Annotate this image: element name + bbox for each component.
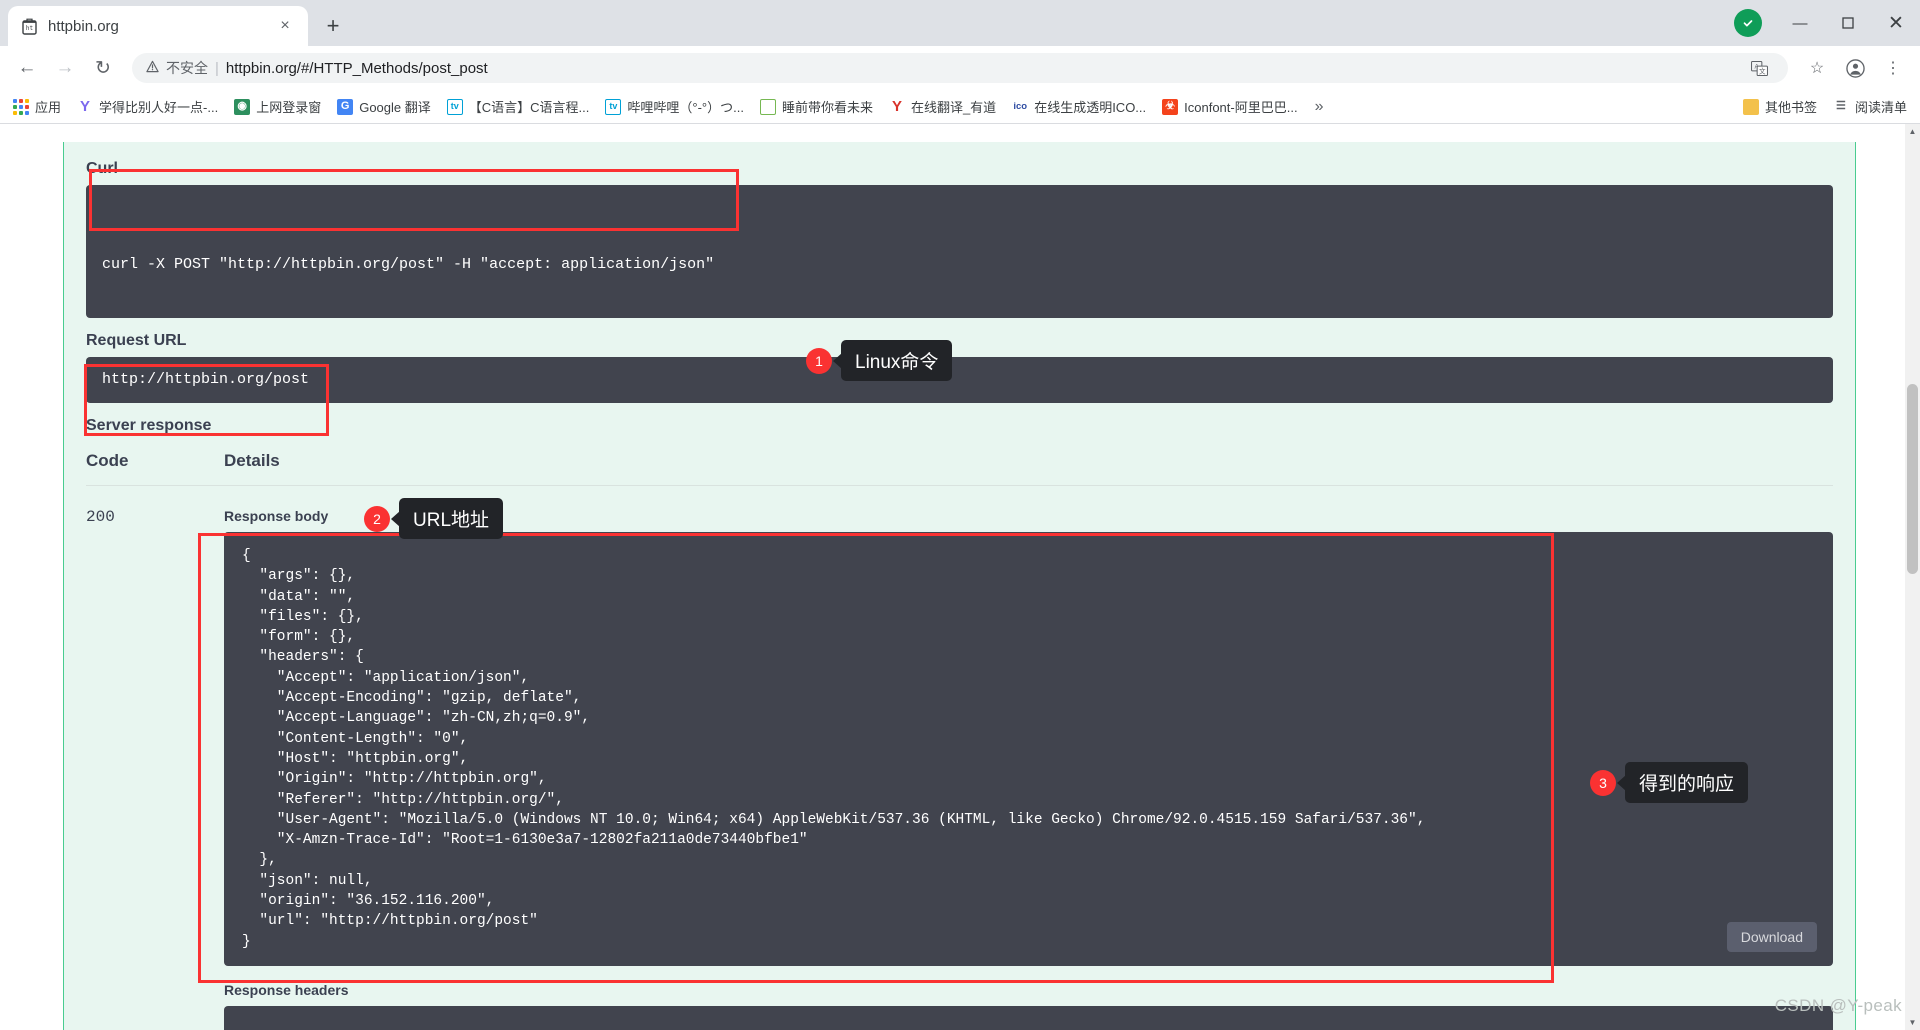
server-response-label: Server response: [86, 417, 1833, 435]
response-headers-label: Response headers: [224, 982, 1833, 998]
window-close-button[interactable]: ✕: [1872, 0, 1920, 46]
apps-grid-icon: [13, 99, 29, 115]
bookmarks-bar: 应用 Y 学得比别人好一点-... ◉ 上网登录窗 G Google 翻译 tv…: [0, 90, 1920, 124]
swagger-operation-block: Curl curl -X POST "http://httpbin.org/po…: [63, 142, 1856, 1030]
youdao-y-icon: Y: [77, 99, 93, 115]
request-url-label: Request URL: [86, 332, 1833, 350]
bookmark-label: 其他书签: [1765, 97, 1817, 116]
bookmark-label: 上网登录窗: [256, 97, 321, 116]
column-code: Code: [86, 451, 224, 471]
omnibox-row: ← → ↻ 不安全 | httpbin.org/#/HTTP_Methods/p…: [0, 46, 1920, 90]
folder-icon: [1743, 99, 1759, 115]
bookmark-star-icon[interactable]: ☆: [1800, 51, 1834, 85]
bookmark-item[interactable]: 睡前带你看未来: [753, 93, 880, 120]
scroll-down-arrow-icon[interactable]: ▼: [1905, 1015, 1920, 1030]
bookmarks-overflow-button[interactable]: »: [1307, 98, 1332, 116]
curl-command-text: curl -X POST "http://httpbin.org/post" -…: [102, 246, 1817, 276]
bookmark-label: 学得比别人好一点-...: [99, 97, 218, 116]
response-table-header: Code Details: [86, 451, 1833, 486]
iconfont-icon: ☣: [1162, 99, 1178, 115]
profile-avatar-icon[interactable]: [1838, 51, 1872, 85]
green-square-icon: [760, 99, 776, 115]
bookmark-label: 应用: [35, 97, 61, 116]
bookmark-item[interactable]: ◉ 上网登录窗: [227, 93, 328, 120]
curl-command-block[interactable]: curl -X POST "http://httpbin.org/post" -…: [86, 185, 1833, 318]
callout-2: 2 URL地址: [364, 498, 503, 539]
svg-text:ht: ht: [25, 25, 33, 32]
omnibox-separator: |: [215, 60, 219, 77]
globe-icon: ◉: [234, 99, 250, 115]
download-button[interactable]: Download: [1727, 922, 1817, 952]
callout-3: 3 得到的响应: [1590, 762, 1748, 803]
reading-list-button[interactable]: ☰ 阅读清单: [1826, 93, 1914, 120]
request-url-block: http://httpbin.org/post: [86, 357, 1833, 403]
bookmark-item[interactable]: Y 学得比别人好一点-...: [70, 93, 225, 120]
window-controls: — ✕: [1734, 0, 1920, 46]
bookmark-item[interactable]: ☣ Iconfont-阿里巴巴...: [1155, 93, 1304, 120]
column-details: Details: [224, 451, 280, 471]
new-tab-button[interactable]: +: [316, 9, 350, 43]
callout-1: 1 Linux命令: [806, 340, 952, 381]
response-headers-block: access-control-allow-credentials: true: [224, 1006, 1833, 1030]
bookmark-label: 在线生成透明ICO...: [1034, 97, 1146, 116]
close-icon[interactable]: ×: [274, 15, 296, 37]
callout-badge: 3: [1590, 770, 1616, 796]
page-viewport: Curl curl -X POST "http://httpbin.org/po…: [0, 124, 1920, 1030]
response-body-text: { "args": {}, "data": "", "files": {}, "…: [242, 546, 1815, 952]
bilibili-icon: tv: [605, 99, 621, 115]
bookmark-label: 【C语言】C语言程...: [469, 97, 590, 116]
status-code: 200: [86, 508, 224, 1030]
tab-strip: ht httpbin.org × + — ✕: [0, 0, 1920, 46]
bookmark-label: 阅读清单: [1855, 97, 1907, 116]
bookmark-apps[interactable]: 应用: [6, 93, 68, 120]
bookmark-item[interactable]: ico 在线生成透明ICO...: [1005, 93, 1153, 120]
response-body-block: { "args": {}, "data": "", "files": {}, "…: [224, 532, 1833, 966]
bookmark-label: Iconfont-阿里巴巴...: [1184, 97, 1297, 116]
forward-button: →: [48, 51, 82, 85]
callout-text: Linux命令: [841, 340, 952, 381]
ico-icon: ico: [1012, 99, 1028, 115]
scroll-up-arrow-icon[interactable]: ▲: [1905, 124, 1920, 139]
url-text: httpbin.org/#/HTTP_Methods/post_post: [226, 60, 488, 77]
httpbin-favicon-icon: ht: [20, 17, 38, 35]
not-secure-warning-icon: [146, 60, 159, 76]
table-row: 200 Response body { "args": {}, "data": …: [86, 486, 1833, 1030]
chrome-menu-icon[interactable]: ⋮: [1876, 51, 1910, 85]
bookmark-item[interactable]: Y 在线翻译_有道: [882, 93, 1003, 120]
maximize-button[interactable]: [1824, 0, 1872, 46]
address-bar[interactable]: 不安全 | httpbin.org/#/HTTP_Methods/post_po…: [132, 53, 1788, 83]
bookmark-item[interactable]: tv 哔哩哔哩（°-°）つ...: [598, 93, 751, 120]
bookmark-label: 睡前带你看未来: [782, 97, 873, 116]
callout-badge: 2: [364, 506, 390, 532]
profile-badge-icon[interactable]: [1734, 9, 1762, 37]
request-url-text: http://httpbin.org/post: [102, 368, 309, 391]
other-bookmarks-folder[interactable]: 其他书签: [1736, 93, 1824, 120]
bookmark-label: 哔哩哔哩（°-°）つ...: [627, 97, 744, 116]
curl-label: Curl: [86, 160, 1833, 178]
minimize-button[interactable]: —: [1776, 0, 1824, 46]
callout-badge: 1: [806, 348, 832, 374]
reading-list-icon: ☰: [1833, 99, 1849, 115]
callout-text: URL地址: [399, 498, 503, 539]
watermark: CSDN @Y-peak: [1775, 996, 1902, 1016]
bilibili-icon: tv: [447, 99, 463, 115]
callout-text: 得到的响应: [1625, 762, 1748, 803]
bookmark-label: 在线翻译_有道: [911, 97, 996, 116]
server-response-table: Code Details 200 Response body { "args":…: [86, 451, 1833, 1030]
scrollbar-thumb[interactable]: [1907, 384, 1918, 574]
google-translate-icon: G: [337, 99, 353, 115]
tab-httpbin[interactable]: ht httpbin.org ×: [8, 6, 308, 46]
bookmark-label: Google 翻译: [359, 97, 431, 116]
translate-icon[interactable]: A文: [1744, 53, 1774, 83]
back-button[interactable]: ←: [10, 51, 44, 85]
vertical-scrollbar[interactable]: ▲ ▼: [1905, 124, 1920, 1030]
youdao-icon: Y: [889, 99, 905, 115]
security-status-text: 不安全: [166, 58, 208, 78]
tab-title: httpbin.org: [48, 18, 264, 35]
bookmark-item[interactable]: G Google 翻译: [330, 93, 438, 120]
reload-button[interactable]: ↻: [86, 51, 120, 85]
browser-window: ht httpbin.org × + — ✕ ← → ↻ 不安全 |: [0, 0, 1920, 1030]
bookmark-item[interactable]: tv 【C语言】C语言程...: [440, 93, 597, 120]
svg-text:文: 文: [1759, 66, 1766, 75]
